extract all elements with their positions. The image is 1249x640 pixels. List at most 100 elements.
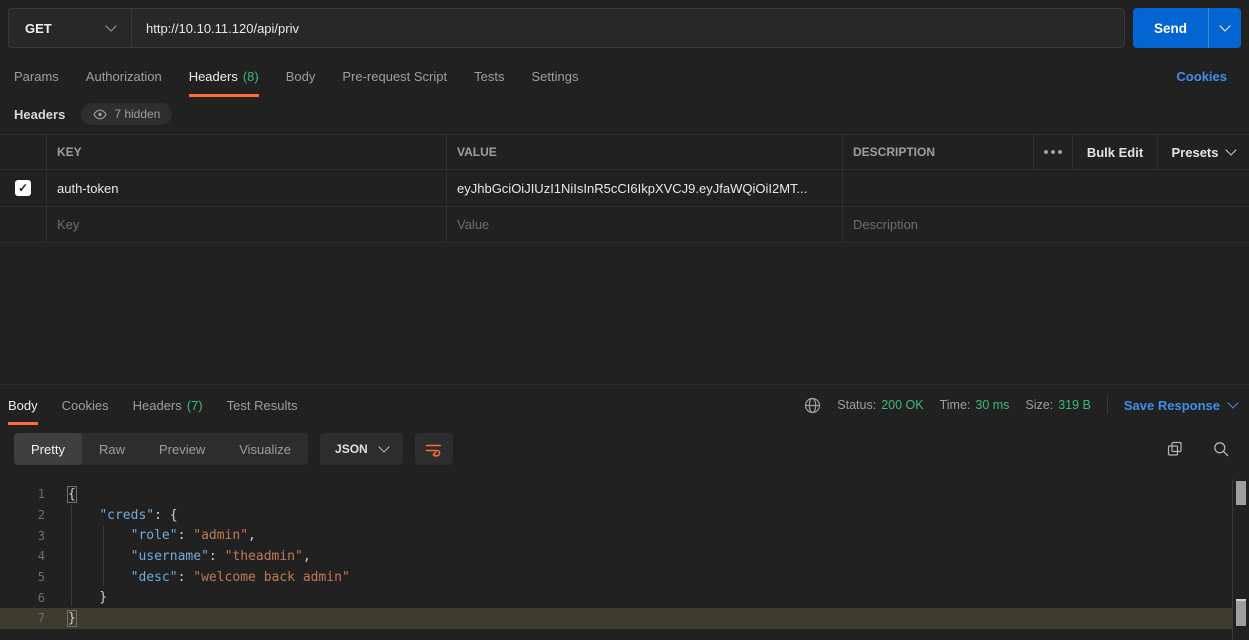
line-number: 4 xyxy=(0,549,45,563)
wrap-text-button[interactable] xyxy=(415,433,453,465)
code-line: 4 "username": "theadmin", xyxy=(0,546,1232,567)
row-checkbox-cell xyxy=(0,170,47,206)
tab-authorization[interactable]: Authorization xyxy=(86,56,162,97)
search-icon[interactable] xyxy=(1213,441,1229,457)
code-text: } xyxy=(68,590,107,605)
indent-guide xyxy=(71,505,72,606)
status-badge: Status: 200 OK xyxy=(837,398,923,412)
tab-label: Tests xyxy=(474,69,504,84)
hidden-headers-label: 7 hidden xyxy=(114,107,160,121)
line-number: 3 xyxy=(0,529,45,543)
table-row-empty: Key Value Description xyxy=(0,207,1249,243)
headers-panel-title: Headers xyxy=(14,107,65,122)
header-key-cell[interactable]: auth-token xyxy=(47,170,447,206)
send-button[interactable]: Send xyxy=(1133,8,1208,48)
view-label: Raw xyxy=(99,442,125,457)
tab-response-body[interactable]: Body xyxy=(8,385,38,425)
status-label: Status: xyxy=(837,398,876,412)
send-options-button[interactable] xyxy=(1208,8,1241,48)
response-action-icons xyxy=(1167,425,1229,473)
tab-test-results[interactable]: Test Results xyxy=(227,385,298,425)
bulk-edit-button[interactable]: Bulk Edit xyxy=(1073,135,1158,169)
response-panel: Body Cookies Headers (7) Test Results St… xyxy=(0,384,1249,640)
tab-tests[interactable]: Tests xyxy=(474,56,504,97)
view-preview-button[interactable]: Preview xyxy=(142,433,222,465)
save-response-button[interactable]: Save Response xyxy=(1124,398,1237,413)
view-mode-segmented-control: Pretty Raw Preview Visualize xyxy=(14,433,308,465)
time-label: Time: xyxy=(940,398,971,412)
network-globe-icon[interactable] xyxy=(804,397,821,414)
chevron-down-icon xyxy=(378,441,389,452)
column-key: KEY xyxy=(47,135,447,169)
eye-icon xyxy=(93,109,107,120)
request-tabs: Params Authorization Headers (8) Body Pr… xyxy=(0,56,1249,97)
url-input[interactable] xyxy=(132,9,1124,47)
headers-count-badge: (8) xyxy=(243,69,259,84)
tab-label: Settings xyxy=(531,69,578,84)
chevron-down-icon xyxy=(1226,144,1237,155)
tab-label: Cookies xyxy=(62,398,109,413)
tab-label: Params xyxy=(14,69,59,84)
row-checkbox[interactable] xyxy=(15,180,31,196)
code-lines: 1{2 "creds": {3 "role": "admin",4 "usern… xyxy=(0,484,1232,629)
format-label: JSON xyxy=(335,442,368,456)
cookies-link[interactable]: Cookies xyxy=(1176,56,1227,97)
view-raw-button[interactable]: Raw xyxy=(82,433,142,465)
time-badge: Time: 30 ms xyxy=(940,398,1010,412)
tab-params[interactable]: Params xyxy=(14,56,59,97)
tab-body[interactable]: Body xyxy=(286,56,316,97)
copy-icon[interactable] xyxy=(1167,441,1183,457)
tab-label: Test Results xyxy=(227,398,298,413)
size-label: Size: xyxy=(1025,398,1053,412)
code-text: "username": "theadmin", xyxy=(68,549,311,564)
more-options-icon xyxy=(1044,150,1062,154)
chevron-down-icon xyxy=(105,20,116,31)
presets-dropdown[interactable]: Presets xyxy=(1158,135,1249,169)
tab-label: Authorization xyxy=(86,69,162,84)
hidden-headers-toggle[interactable]: 7 hidden xyxy=(81,103,172,125)
code-text: { xyxy=(68,487,76,502)
size-badge: Size: 319 B xyxy=(1025,398,1090,412)
view-visualize-button[interactable]: Visualize xyxy=(222,433,308,465)
headers-table-header: KEY VALUE DESCRIPTION Bulk Edit Presets xyxy=(0,134,1249,170)
key-placeholder-cell[interactable]: Key xyxy=(47,207,447,242)
code-line: 1{ xyxy=(0,484,1232,505)
code-line: 3 "role": "admin", xyxy=(0,525,1232,546)
table-row: auth-token eyJhbGciOiJIUzI1NiIsInR5cCI6I… xyxy=(0,170,1249,207)
select-all-cell xyxy=(0,135,47,169)
scrollbar-thumb[interactable] xyxy=(1236,599,1246,626)
time-value: 30 ms xyxy=(975,398,1009,412)
view-pretty-button[interactable]: Pretty xyxy=(14,433,82,465)
send-label: Send xyxy=(1154,21,1187,36)
tab-settings[interactable]: Settings xyxy=(531,56,578,97)
description-placeholder-cell[interactable]: Description xyxy=(843,207,1249,242)
format-dropdown[interactable]: JSON xyxy=(320,433,403,465)
code-text: "role": "admin", xyxy=(68,528,256,543)
header-description-cell[interactable] xyxy=(843,170,1249,206)
wrap-text-icon xyxy=(425,442,442,457)
tab-response-headers[interactable]: Headers (7) xyxy=(133,385,203,425)
scrollbar-track xyxy=(1232,479,1233,640)
presets-label: Presets xyxy=(1172,145,1219,160)
line-number: 6 xyxy=(0,591,45,605)
tab-response-cookies[interactable]: Cookies xyxy=(62,385,109,425)
value-placeholder-cell[interactable]: Value xyxy=(447,207,843,242)
header-value-cell[interactable]: eyJhbGciOiJIUzI1NiIsInR5cCI6IkpXVCJ9.eyJ… xyxy=(447,170,843,206)
size-value: 319 B xyxy=(1058,398,1091,412)
line-number: 1 xyxy=(0,487,45,501)
column-description: DESCRIPTION xyxy=(843,135,1034,169)
url-group: GET xyxy=(8,8,1125,48)
scrollbar-thumb[interactable] xyxy=(1236,481,1246,505)
request-bar: GET Send xyxy=(0,0,1249,56)
cookies-label: Cookies xyxy=(1176,69,1227,84)
more-options-button[interactable] xyxy=(1034,135,1073,169)
response-body-editor[interactable]: 1{2 "creds": {3 "role": "admin",4 "usern… xyxy=(0,479,1249,640)
headers-table: KEY VALUE DESCRIPTION Bulk Edit Presets … xyxy=(0,134,1249,243)
code-line: 7} xyxy=(0,608,1232,629)
method-dropdown[interactable]: GET xyxy=(9,9,132,47)
line-number: 7 xyxy=(0,611,45,625)
code-line: 6 } xyxy=(0,587,1232,608)
chevron-down-icon xyxy=(1219,20,1230,31)
tab-headers[interactable]: Headers (8) xyxy=(189,56,259,97)
tab-pre-request-script[interactable]: Pre-request Script xyxy=(342,56,447,97)
